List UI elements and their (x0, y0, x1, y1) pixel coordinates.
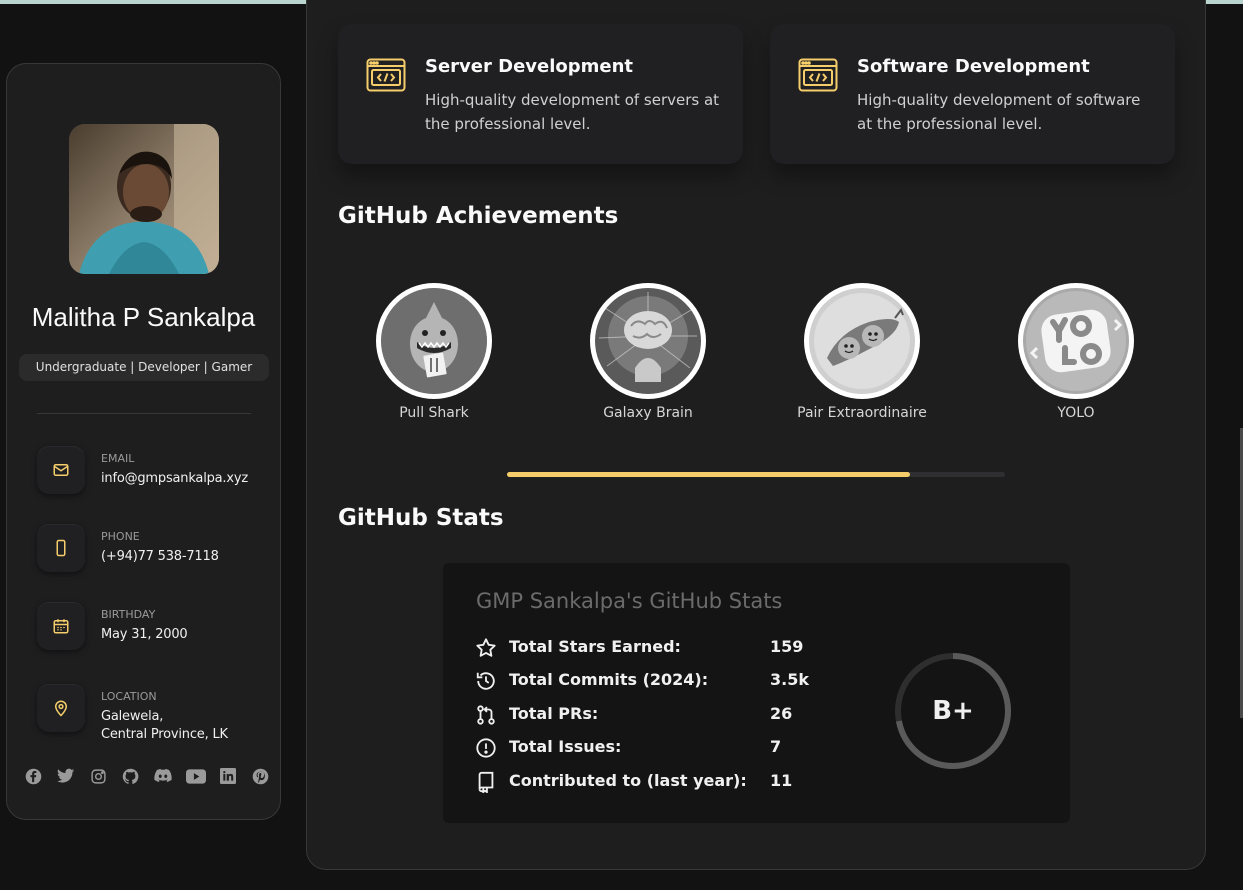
rank-circle: B+ (893, 651, 1013, 771)
badge-label: YOLO (1057, 405, 1095, 421)
stats-card-title: GMP Sankalpa's GitHub Stats (476, 589, 783, 613)
github-icon[interactable] (121, 766, 141, 786)
code-window-icon (366, 58, 406, 96)
stat-row-prs: Total PRs: 26 (475, 702, 875, 726)
email-link[interactable]: info@gmpsankalpa.xyz (101, 470, 248, 488)
stat-row-issues: Total Issues: 7 (475, 735, 875, 759)
badge-label: Galaxy Brain (603, 405, 693, 421)
contact-label: Birthday (101, 608, 156, 621)
yolo-badge-icon (1023, 288, 1129, 394)
achievements-heading: GitHub Achievements (338, 203, 619, 229)
github-stats-heading: GitHub Stats (338, 505, 504, 531)
galaxy-brain-badge-icon (595, 288, 701, 394)
achievement-badge[interactable]: Pull Shark (354, 283, 514, 421)
stat-label: Total Issues: (509, 737, 622, 756)
location-value: Galewela, Central Province, LK (101, 708, 228, 744)
youtube-icon[interactable] (185, 766, 206, 786)
mail-icon (37, 446, 85, 494)
stat-row-stars: Total Stars Earned: 159 (475, 635, 875, 659)
github-stats-card: GMP Sankalpa's GitHub Stats Total Stars … (443, 563, 1070, 823)
star-icon (476, 638, 496, 657)
calendar-icon (37, 602, 85, 650)
history-icon (476, 672, 495, 690)
repo-icon (478, 771, 494, 793)
contact-phone: Phone (+94)77 538-7118 (37, 524, 277, 574)
achievement-badge[interactable]: YOLO (996, 283, 1156, 421)
profile-name: Malitha P Sankalpa (31, 302, 256, 332)
linkedin-icon[interactable] (218, 766, 238, 786)
stat-label: Total Stars Earned: (509, 637, 681, 656)
facebook-icon[interactable] (23, 766, 43, 786)
birthday-value: May 31, 2000 (101, 627, 188, 642)
contact-label: Phone (101, 530, 140, 543)
stat-value: 11 (770, 771, 793, 790)
pinterest-icon[interactable] (251, 766, 271, 786)
achievement-badge[interactable]: Galaxy Brain (568, 283, 728, 421)
service-title: Software Development (857, 56, 1090, 77)
carousel-scroll-thumb[interactable] (507, 472, 911, 477)
stat-value: 7 (770, 737, 782, 756)
phone-link[interactable]: (+94)77 538-7118 (101, 548, 219, 566)
stat-value: 3.5k (770, 670, 809, 689)
contact-label: Email (101, 452, 135, 465)
stat-value: 159 (770, 637, 804, 656)
service-card-server: Server Development High-quality developm… (338, 24, 743, 164)
contact-location: Location Galewela, Central Province, LK (37, 684, 277, 742)
instagram-icon[interactable] (88, 766, 108, 786)
service-description: High-quality development of servers at t… (425, 91, 720, 133)
pull-shark-badge-icon (381, 288, 487, 394)
stat-row-commits: Total Commits (2024): 3.5k (475, 668, 875, 692)
location-line-1: Galewela, (101, 709, 164, 724)
service-title: Server Development (425, 56, 634, 77)
achievements-carousel-scrollbar[interactable] (507, 472, 1005, 477)
service-card-software: Software Development High-quality develo… (770, 24, 1175, 164)
location-line-2: Central Province, LK (101, 727, 228, 742)
rank-grade: B+ (932, 696, 974, 726)
stat-label: Total Commits (2024): (509, 670, 709, 689)
location-pin-icon (37, 684, 85, 732)
social-links (23, 766, 271, 786)
issue-icon (476, 738, 496, 758)
avatar (69, 124, 219, 274)
stat-label: Total PRs: (509, 704, 599, 723)
twitter-icon[interactable] (56, 766, 76, 786)
badge-label: Pull Shark (399, 405, 469, 421)
code-window-icon (798, 58, 838, 96)
pair-extraordinaire-badge-icon (809, 288, 915, 394)
achievement-badge[interactable]: Pair Extraordinaire (782, 283, 942, 421)
phone-icon (37, 524, 85, 572)
contact-email: Email info@gmpsankalpa.xyz (37, 446, 277, 496)
profile-sidebar: Malitha P Sankalpa Undergraduate | Devel… (6, 63, 281, 820)
contact-birthday: Birthday May 31, 2000 (37, 602, 277, 652)
stat-row-contributed: Contributed to (last year): 11 (475, 769, 875, 793)
contact-label: Location (101, 690, 157, 703)
sidebar-separator (37, 413, 251, 414)
service-description: High-quality development of software at … (857, 91, 1141, 133)
badge-label: Pair Extraordinaire (797, 405, 927, 421)
profile-title-badge: Undergraduate | Developer | Gamer (19, 354, 269, 381)
stat-value: 26 (770, 704, 793, 723)
main-content: Server Development High-quality developm… (306, 0, 1206, 870)
discord-icon[interactable] (153, 766, 173, 786)
pull-request-icon (477, 705, 495, 725)
stat-label: Contributed to (last year): (509, 771, 747, 790)
